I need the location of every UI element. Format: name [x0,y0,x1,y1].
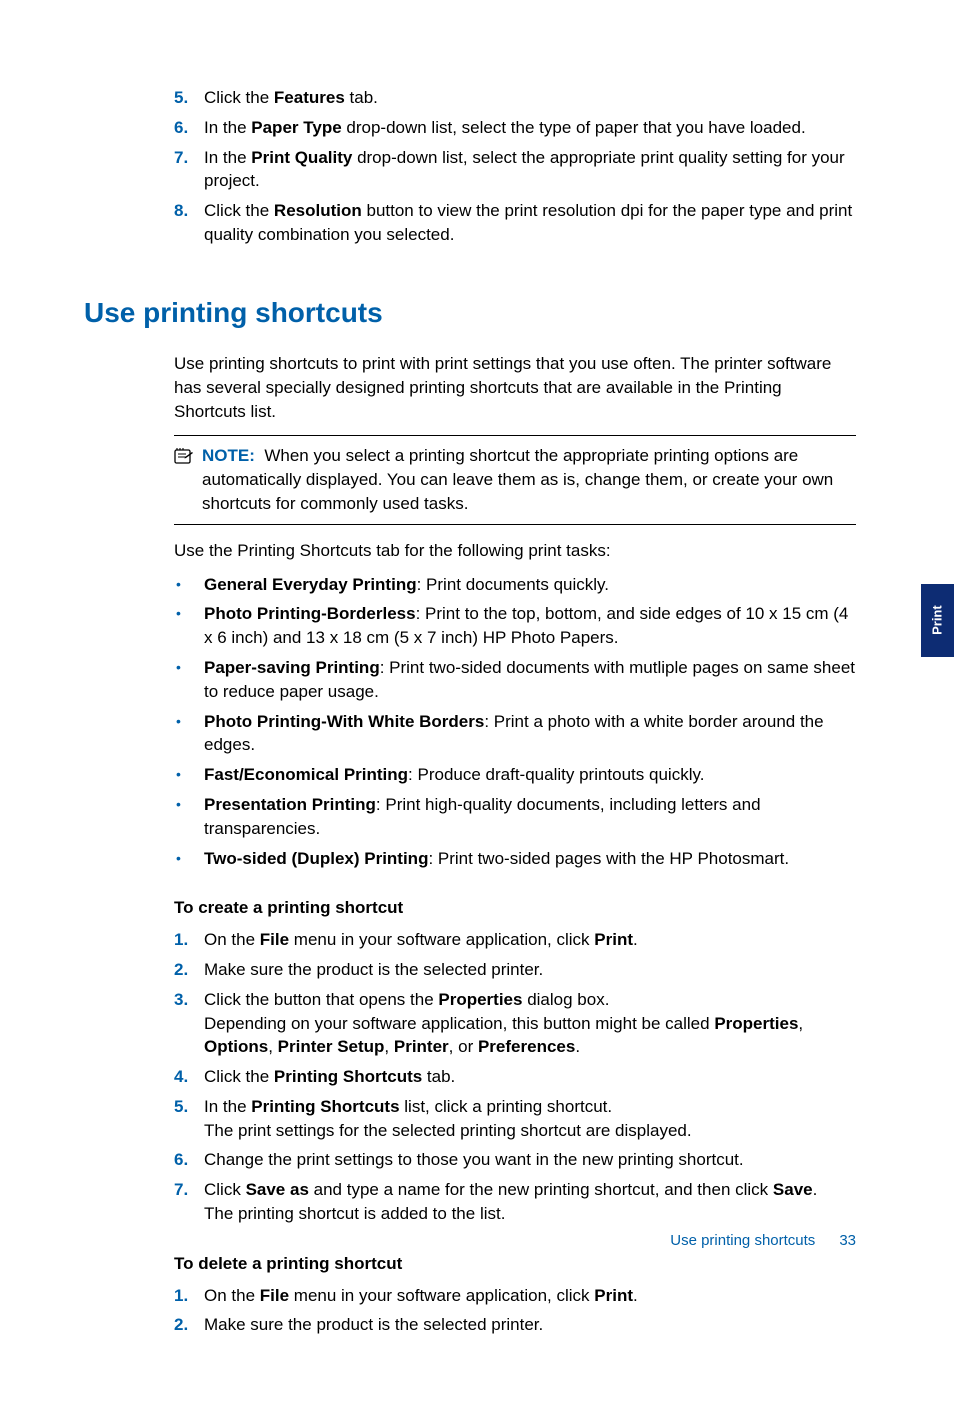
delete-ordered-list: 1.On the File menu in your software appl… [174,1284,856,1338]
bullet-icon: • [174,793,204,841]
top-ordered-list: 5.Click the Features tab.6.In the Paper … [174,86,856,247]
list-item: 6.In the Paper Type drop-down list, sele… [174,116,856,140]
list-item: 1.On the File menu in your software appl… [174,928,856,952]
list-item: 2.Make sure the product is the selected … [174,1313,856,1337]
list-item: •Two-sided (Duplex) Printing: Print two-… [174,847,856,871]
chapter-tab-label: Print [928,606,946,636]
list-item: •Photo Printing-Borderless: Print to the… [174,602,856,650]
list-number: 1. [174,1284,204,1308]
tasks-intro: Use the Printing Shortcuts tab for the f… [174,539,856,563]
list-text: Click the button that opens the Properti… [204,988,856,1059]
list-text: Photo Printing-Borderless: Print to the … [204,602,856,650]
list-text: In the Print Quality drop-down list, sel… [204,146,856,194]
list-text: Change the print settings to those you w… [204,1148,856,1172]
intro-paragraph: Use printing shortcuts to print with pri… [174,352,856,423]
bullet-icon: • [174,763,204,787]
bullet-icon: • [174,847,204,871]
list-text: In the Paper Type drop-down list, select… [204,116,856,140]
footer-section-link[interactable]: Use printing shortcuts [670,1230,815,1251]
list-text: Make sure the product is the selected pr… [204,1313,856,1337]
subheading-create-shortcut: To create a printing shortcut [174,896,856,920]
list-text: General Everyday Printing: Print documen… [204,573,856,597]
list-item: •Presentation Printing: Print high-quali… [174,793,856,841]
list-item: 5.In the Printing Shortcuts list, click … [174,1095,856,1143]
list-item: 2.Make sure the product is the selected … [174,958,856,982]
note-box: NOTE: When you select a printing shortcu… [174,435,856,524]
list-text: Click the Printing Shortcuts tab. [204,1065,856,1089]
list-text: Click the Resolution button to view the … [204,199,856,247]
list-number: 8. [174,199,204,247]
bullet-icon: • [174,656,204,704]
list-text: Make sure the product is the selected pr… [204,958,856,982]
list-number: 4. [174,1065,204,1089]
list-text: Click the Features tab. [204,86,856,110]
list-item: •Photo Printing-With White Borders: Prin… [174,710,856,758]
list-text: In the Printing Shortcuts list, click a … [204,1095,856,1143]
note-label: NOTE: [202,446,255,465]
list-number: 6. [174,116,204,140]
list-text: Paper-saving Printing: Print two-sided d… [204,656,856,704]
list-item: 6.Change the print settings to those you… [174,1148,856,1172]
list-text: On the File menu in your software applic… [204,1284,856,1308]
list-number: 1. [174,928,204,952]
bullet-icon: • [174,602,204,650]
page-footer: Use printing shortcuts 33 [670,1230,856,1251]
list-text: Click Save as and type a name for the ne… [204,1178,856,1226]
list-text: Presentation Printing: Print high-qualit… [204,793,856,841]
list-text: Fast/Economical Printing: Produce draft-… [204,763,856,787]
list-number: 6. [174,1148,204,1172]
list-item: 8.Click the Resolution button to view th… [174,199,856,247]
tasks-list: •General Everyday Printing: Print docume… [174,573,856,871]
chapter-tab: Print [921,584,954,657]
list-text: Two-sided (Duplex) Printing: Print two-s… [204,847,856,871]
list-number: 3. [174,988,204,1059]
list-text: Photo Printing-With White Borders: Print… [204,710,856,758]
list-item: 3.Click the button that opens the Proper… [174,988,856,1059]
list-item: •General Everyday Printing: Print docume… [174,573,856,597]
list-number: 2. [174,958,204,982]
list-number: 5. [174,86,204,110]
list-text: On the File menu in your software applic… [204,928,856,952]
note-icon [174,444,202,515]
list-number: 7. [174,1178,204,1226]
list-item: •Paper-saving Printing: Print two-sided … [174,656,856,704]
list-number: 7. [174,146,204,194]
heading-use-printing-shortcuts: Use printing shortcuts [84,293,856,332]
list-number: 2. [174,1313,204,1337]
list-item: 4.Click the Printing Shortcuts tab. [174,1065,856,1089]
list-item: •Fast/Economical Printing: Produce draft… [174,763,856,787]
footer-page-number: 33 [839,1230,856,1251]
bullet-icon: • [174,573,204,597]
list-item: 1.On the File menu in your software appl… [174,1284,856,1308]
bullet-icon: • [174,710,204,758]
subheading-delete-shortcut: To delete a printing shortcut [174,1252,856,1276]
list-item: 5.Click the Features tab. [174,86,856,110]
note-text: NOTE: When you select a printing shortcu… [202,444,856,515]
note-body: When you select a printing shortcut the … [202,446,833,513]
list-number: 5. [174,1095,204,1143]
create-ordered-list: 1.On the File menu in your software appl… [174,928,856,1226]
list-item: 7.Click Save as and type a name for the … [174,1178,856,1226]
list-item: 7.In the Print Quality drop-down list, s… [174,146,856,194]
